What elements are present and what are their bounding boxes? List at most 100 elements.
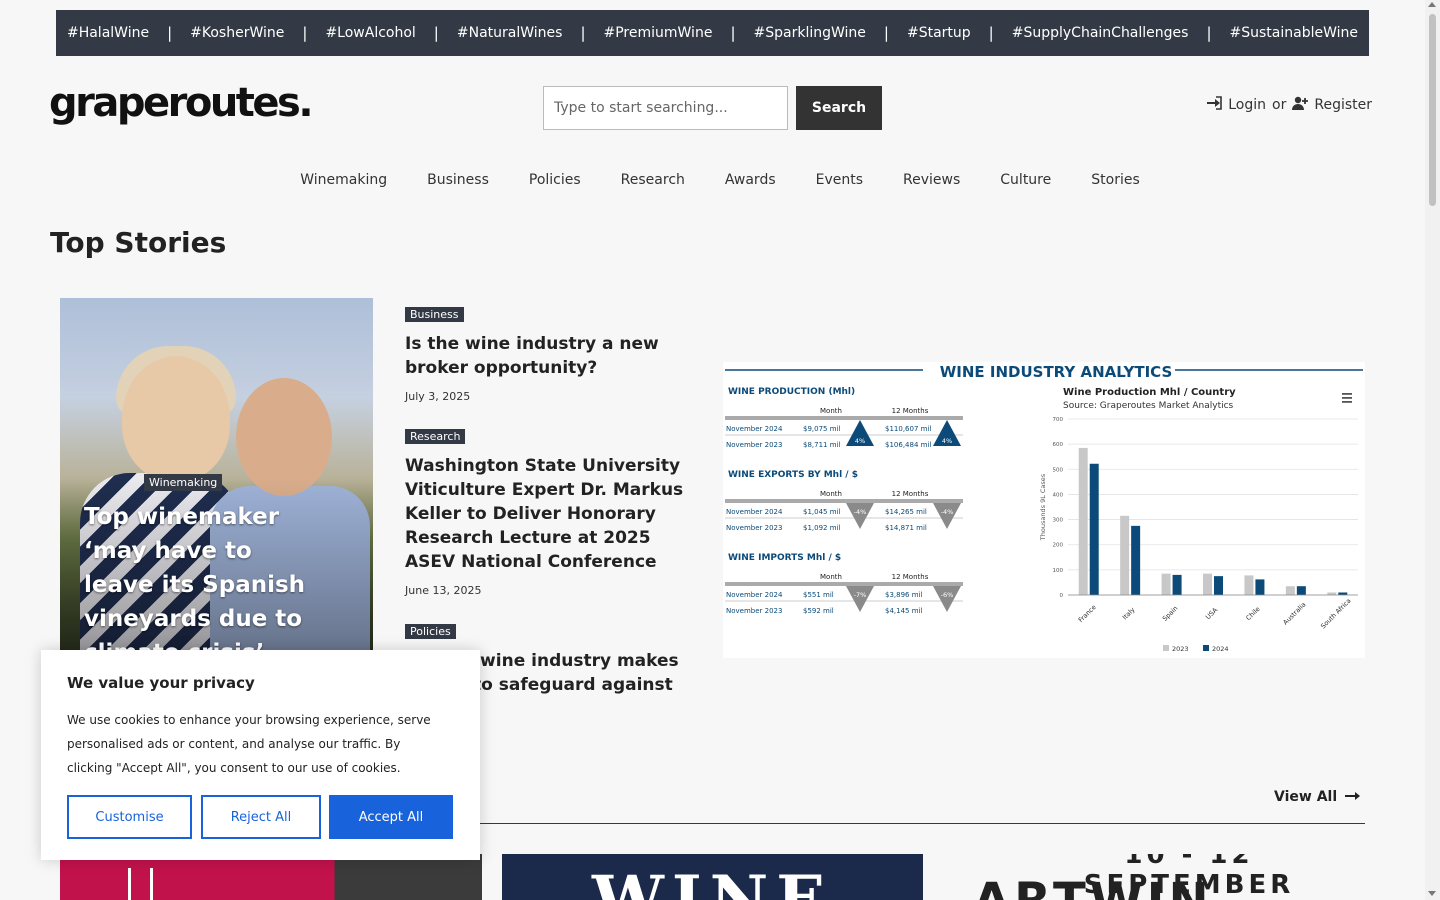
story-category-badge[interactable]: Research (405, 429, 466, 444)
hashtag-link[interactable]: #NaturalWines (457, 25, 563, 41)
scroll-up-icon[interactable] (1428, 2, 1436, 7)
table-col-header: Month (820, 573, 842, 581)
article-thumbnail[interactable]: 10 - 12 SEPTEMBER ARTWIN (943, 854, 1365, 900)
story-category-badge[interactable]: Policies (405, 624, 456, 639)
chart-x-tick: Chile (1244, 605, 1261, 622)
chart-menu-icon (1342, 397, 1352, 399)
view-all-link[interactable]: View All (1274, 789, 1361, 805)
story-title[interactable]: Washington State University Viticulture … (405, 454, 705, 574)
chart-title: Wine Production Mhl / Country (1063, 387, 1236, 398)
section-title: Top Stories (50, 226, 227, 259)
chart-bar (1120, 515, 1130, 595)
hero-category-badge[interactable]: Winemaking (144, 474, 223, 491)
hashtag-link[interactable]: #SparklingWine (754, 25, 866, 41)
chart-bar (1078, 447, 1088, 595)
chart-y-tick: 0 (1060, 593, 1064, 599)
change-value: -6% (941, 591, 954, 599)
hashtag-link[interactable]: #KosherWine (190, 25, 284, 41)
cookie-text: We use cookies to enhance your browsing … (67, 713, 431, 775)
story-item[interactable]: Research Washington State University Vit… (405, 425, 705, 597)
search-input[interactable] (543, 86, 788, 130)
hashtag-link[interactable]: #SupplyChainChallenges (1012, 25, 1189, 41)
table-year-value: $14,871 mil (885, 524, 927, 532)
site-logo[interactable]: graperoutes. (49, 80, 314, 126)
search-button[interactable]: Search (796, 86, 882, 130)
arrow-right-icon (1345, 789, 1361, 805)
table-col-header: Month (820, 407, 842, 415)
hero-title[interactable]: Top winemaker ‘may have to leave its Spa… (84, 500, 324, 670)
table-col-header: 12 Months (892, 407, 929, 415)
nav-item-awards[interactable]: Awards (725, 172, 776, 188)
hashtag-link[interactable]: #PremiumWine (604, 25, 713, 41)
register-link[interactable]: Register (1314, 97, 1372, 113)
register-icon (1292, 96, 1309, 114)
tag-separator: | (302, 24, 308, 42)
table-row-label: November 2023 (726, 607, 782, 615)
table-col-header: 12 Months (892, 490, 929, 498)
change-value: -4% (941, 508, 954, 516)
table-month-value: $1,045 mil (803, 508, 840, 516)
change-value: -4% (854, 508, 867, 516)
nav-item-research[interactable]: Research (621, 172, 685, 188)
nav-item-reviews[interactable]: Reviews (903, 172, 960, 188)
section-divider (480, 823, 1365, 824)
auth-or: or (1272, 97, 1287, 113)
main-nav: Winemaking Business Policies Research Awards… (0, 172, 1440, 188)
story-item[interactable]: Business Is the wine industry a new brok… (405, 303, 705, 403)
nav-item-stories[interactable]: Stories (1091, 172, 1140, 188)
nav-item-culture[interactable]: Culture (1000, 172, 1051, 188)
reject-all-button[interactable]: Reject All (201, 795, 321, 839)
table-month-value: $9,075 mil (803, 425, 840, 433)
tag-separator: | (167, 24, 173, 42)
change-value: -7% (854, 591, 867, 599)
story-date: July 3, 2025 (405, 390, 471, 403)
tag-separator: | (883, 24, 889, 42)
hashtag-link[interactable]: #SustainableWine (1230, 25, 1359, 41)
chart-y-tick: 500 (1053, 467, 1064, 473)
table-year-value: $110,607 mil (885, 425, 931, 433)
chart-menu-icon (1342, 401, 1352, 403)
chart-bar (1244, 575, 1254, 595)
table-year-value: $14,265 mil (885, 508, 927, 516)
table-year-value: $3,896 mil (885, 591, 922, 599)
chart-bar (1172, 574, 1182, 595)
accept-all-button[interactable]: Accept All (329, 795, 453, 839)
login-link[interactable]: Login (1228, 97, 1266, 113)
story-title[interactable]: Is the wine industry a new broker opport… (405, 332, 705, 380)
thumbnail-text: ARTWIN (973, 876, 1213, 900)
table-month-value: $551 mil (803, 591, 834, 599)
chart-y-tick: 400 (1053, 492, 1064, 498)
scroll-down-icon[interactable] (1428, 891, 1436, 896)
tag-separator: | (988, 24, 994, 42)
story-category-badge[interactable]: Business (405, 307, 464, 322)
chart-bar (1089, 463, 1099, 595)
table-month-value: $1,092 mil (803, 524, 840, 532)
wine-analytics-panel[interactable]: WINE INDUSTRY ANALYTICS WINE PRODUCTION (… (723, 362, 1365, 658)
table-title: WINE IMPORTS Mhl / $ (728, 553, 841, 563)
article-thumbnail[interactable]: WINE (502, 854, 923, 900)
hashtag-link[interactable]: #HalalWine (67, 25, 149, 41)
chart-subtitle: Source: Graperoutes Market Analytics (1063, 401, 1234, 411)
scrollbar-thumb[interactable] (1429, 14, 1436, 206)
tag-separator: | (433, 24, 439, 42)
article-thumbnail[interactable] (60, 854, 482, 900)
table-col-header: Month (820, 490, 842, 498)
nav-item-business[interactable]: Business (427, 172, 489, 188)
tag-separator: | (1206, 24, 1212, 42)
hashtag-bar: #HalalWine | #KosherWine | #LowAlcohol | #Natu… (56, 10, 1369, 56)
customise-button[interactable]: Customise (67, 795, 192, 839)
hero-story-card[interactable]: Winemaking Top winemaker ‘may have to le… (60, 298, 373, 698)
nav-item-winemaking[interactable]: Winemaking (300, 172, 387, 188)
hashtag-link[interactable]: #LowAlcohol (325, 25, 415, 41)
thumbnail-graphic (128, 868, 153, 900)
chart-bar (1203, 573, 1212, 595)
view-all-label[interactable]: View All (1274, 789, 1337, 805)
nav-item-policies[interactable]: Policies (529, 172, 581, 188)
hashtag-link[interactable]: #Startup (907, 25, 971, 41)
table-year-value: $4,145 mil (885, 607, 922, 615)
change-value: 4% (855, 437, 865, 445)
chart-x-tick: Australia (1281, 601, 1307, 627)
chart-y-tick: 300 (1053, 518, 1064, 524)
page-scrollbar[interactable] (1425, 0, 1440, 900)
nav-item-events[interactable]: Events (816, 172, 863, 188)
